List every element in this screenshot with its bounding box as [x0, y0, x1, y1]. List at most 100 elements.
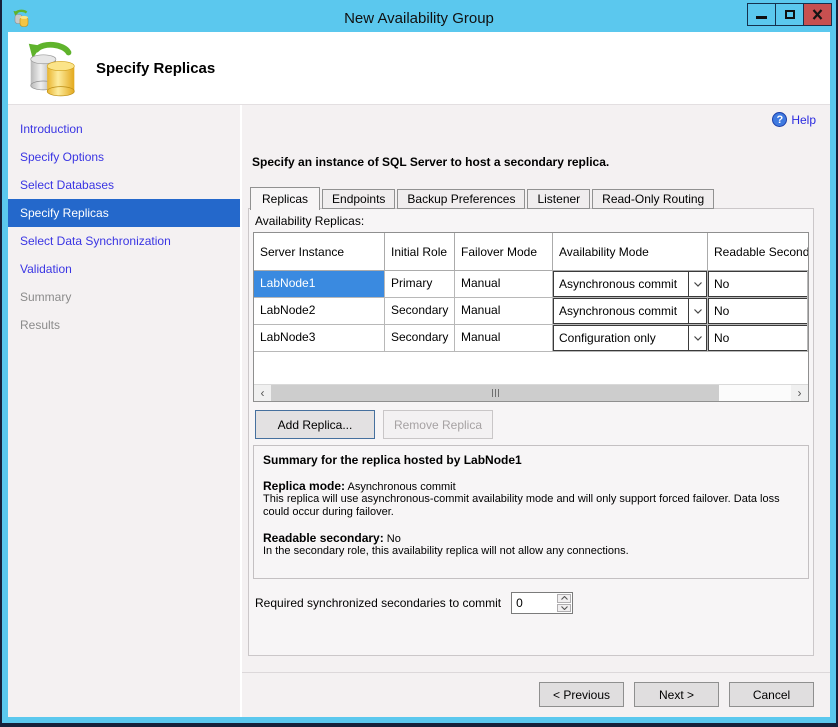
sidebar-item-specify-options[interactable]: Specify Options	[8, 143, 240, 171]
thumb-gripper-icon	[492, 389, 493, 397]
scroll-left-arrow-icon[interactable]: ‹	[254, 385, 271, 401]
cell-initial-role: Secondary	[385, 298, 455, 324]
cell-initial-role: Primary	[385, 271, 455, 297]
spin-up-icon	[561, 596, 568, 600]
availability-mode-combo-labnode3[interactable]: Configuration only	[553, 325, 708, 351]
spinner-value[interactable]: 0	[512, 593, 556, 613]
tab-read-only-routing[interactable]: Read-Only Routing	[592, 189, 714, 209]
required-secondaries-spinner[interactable]: 0	[511, 592, 573, 614]
readable-secondary-value: No	[384, 533, 401, 545]
minimize-icon	[756, 16, 767, 19]
spin-down-button[interactable]	[557, 604, 571, 613]
combo-value: Asynchronous commit	[554, 299, 688, 324]
spin-down-icon	[561, 606, 568, 610]
cancel-button[interactable]: Cancel	[729, 682, 814, 707]
replica-mode-value: Asynchronous commit	[345, 481, 456, 493]
close-button[interactable]	[803, 3, 832, 26]
previous-button[interactable]: < Previous	[539, 682, 624, 707]
readable-secondary-combo-labnode3[interactable]: No	[708, 325, 808, 351]
footer-divider	[242, 672, 830, 673]
sidebar-item-results: Results	[8, 311, 240, 339]
footer-buttons: < Previous Next > Cancel	[539, 682, 814, 707]
wizard-header: Specify Replicas	[8, 32, 830, 105]
replicas-tab-panel: Availability Replicas: Server Instance I…	[248, 208, 814, 656]
required-secondaries-row: Required synchronized secondaries to com…	[255, 592, 573, 614]
readable-secondary-description: In the secondary role, this availability…	[263, 545, 799, 558]
sidebar-item-summary: Summary	[8, 283, 240, 311]
cell-server-instance[interactable]: LabNode2	[254, 298, 385, 324]
replica-buttons-row: Add Replica... Remove Replica	[255, 410, 493, 439]
cell-failover-mode: Manual	[455, 271, 553, 297]
spinner-buttons	[556, 593, 572, 613]
horizontal-scrollbar[interactable]: ‹ ›	[254, 384, 808, 401]
column-header-server-instance[interactable]: Server Instance	[254, 233, 385, 270]
column-header-failover-mode[interactable]: Failover Mode	[455, 233, 553, 270]
titlebar[interactable]: New Availability Group	[8, 6, 830, 32]
grid-row-labnode1[interactable]: LabNode1 Primary Manual Asynchronous com…	[254, 271, 808, 298]
cell-server-instance[interactable]: LabNode3	[254, 325, 385, 351]
dropdown-chevron-icon[interactable]	[689, 309, 706, 314]
sidebar-item-select-data-synchronization[interactable]: Select Data Synchronization	[8, 227, 240, 255]
replica-databases-icon	[22, 37, 84, 99]
cell-initial-role: Secondary	[385, 325, 455, 351]
maximize-button[interactable]	[775, 3, 804, 26]
sidebar-item-validation[interactable]: Validation	[8, 255, 240, 283]
remove-replica-button: Remove Replica	[383, 410, 493, 439]
scrollbar-track[interactable]	[719, 385, 791, 401]
tab-listener[interactable]: Listener	[527, 189, 590, 209]
thumb-gripper-icon	[495, 389, 496, 397]
availability-mode-combo-labnode1[interactable]: Asynchronous commit	[553, 271, 708, 297]
tab-replicas[interactable]: Replicas	[250, 187, 320, 210]
combo-value: No	[709, 326, 808, 351]
help-link[interactable]: ? Help	[772, 112, 816, 127]
scroll-right-arrow-icon[interactable]: ›	[791, 385, 808, 401]
dropdown-chevron-icon[interactable]	[689, 336, 706, 341]
window-controls	[748, 3, 832, 26]
grid-row-labnode2[interactable]: LabNode2 Secondary Manual Asynchronous c…	[254, 298, 808, 325]
scrollbar-thumb[interactable]	[271, 385, 719, 401]
tab-endpoints[interactable]: Endpoints	[322, 189, 395, 209]
column-header-initial-role[interactable]: Initial Role	[385, 233, 455, 270]
wizard-content: ? Help Specify an instance of SQL Server…	[240, 105, 830, 717]
wizard-steps-nav: Introduction Specify Options Select Data…	[8, 105, 240, 717]
minimize-button[interactable]	[747, 3, 776, 26]
grid-header-row: Server Instance Initial Role Failover Mo…	[254, 233, 808, 271]
combo-value: Asynchronous commit	[554, 272, 688, 297]
availability-replicas-label: Availability Replicas:	[255, 214, 364, 228]
cell-server-instance[interactable]: LabNode1	[254, 271, 385, 297]
tab-backup-preferences[interactable]: Backup Preferences	[397, 189, 525, 209]
help-icon: ?	[772, 112, 787, 127]
sidebar-item-specify-replicas[interactable]: Specify Replicas	[8, 199, 240, 227]
summary-title: Summary for the replica hosted by LabNod…	[263, 453, 799, 467]
grid-row-labnode3[interactable]: LabNode3 Secondary Manual Configuration …	[254, 325, 808, 352]
readable-secondary-combo-labnode1[interactable]: No	[708, 271, 808, 297]
sidebar-item-introduction[interactable]: Introduction	[8, 115, 240, 143]
replica-mode-label: Replica mode:	[263, 479, 345, 493]
required-secondaries-label: Required synchronized secondaries to com…	[255, 596, 501, 610]
cell-failover-mode: Manual	[455, 298, 553, 324]
availability-mode-combo-labnode2[interactable]: Asynchronous commit	[553, 298, 708, 324]
sidebar-item-select-databases[interactable]: Select Databases	[8, 171, 240, 199]
page-title: Specify Replicas	[96, 60, 215, 77]
replica-mode-description: This replica will use asynchronous-commi…	[263, 493, 799, 519]
combo-value: No	[709, 299, 808, 324]
column-header-readable-secondary[interactable]: Readable Secondar	[708, 233, 808, 270]
dropdown-chevron-icon[interactable]	[689, 282, 706, 287]
readable-secondary-combo-labnode2[interactable]: No	[708, 298, 808, 324]
help-label: Help	[791, 113, 816, 127]
column-header-availability-mode[interactable]: Availability Mode	[553, 233, 708, 270]
maximize-icon	[785, 10, 795, 19]
thumb-gripper-icon	[498, 389, 499, 397]
next-button[interactable]: Next >	[634, 682, 719, 707]
dialog-window: New Availability Group	[2, 0, 836, 723]
spin-up-button[interactable]	[557, 594, 571, 603]
availability-replicas-grid: Server Instance Initial Role Failover Mo…	[253, 232, 809, 402]
close-icon	[812, 9, 823, 20]
window-title: New Availability Group	[8, 10, 830, 27]
tab-strip: Replicas Endpoints Backup Preferences Li…	[250, 186, 714, 209]
readable-secondary-label: Readable secondary:	[263, 531, 384, 545]
replica-summary: Summary for the replica hosted by LabNod…	[253, 445, 809, 579]
instruction-text: Specify an instance of SQL Server to hos…	[252, 155, 609, 169]
add-replica-button[interactable]: Add Replica...	[255, 410, 375, 439]
combo-value: No	[709, 272, 808, 297]
